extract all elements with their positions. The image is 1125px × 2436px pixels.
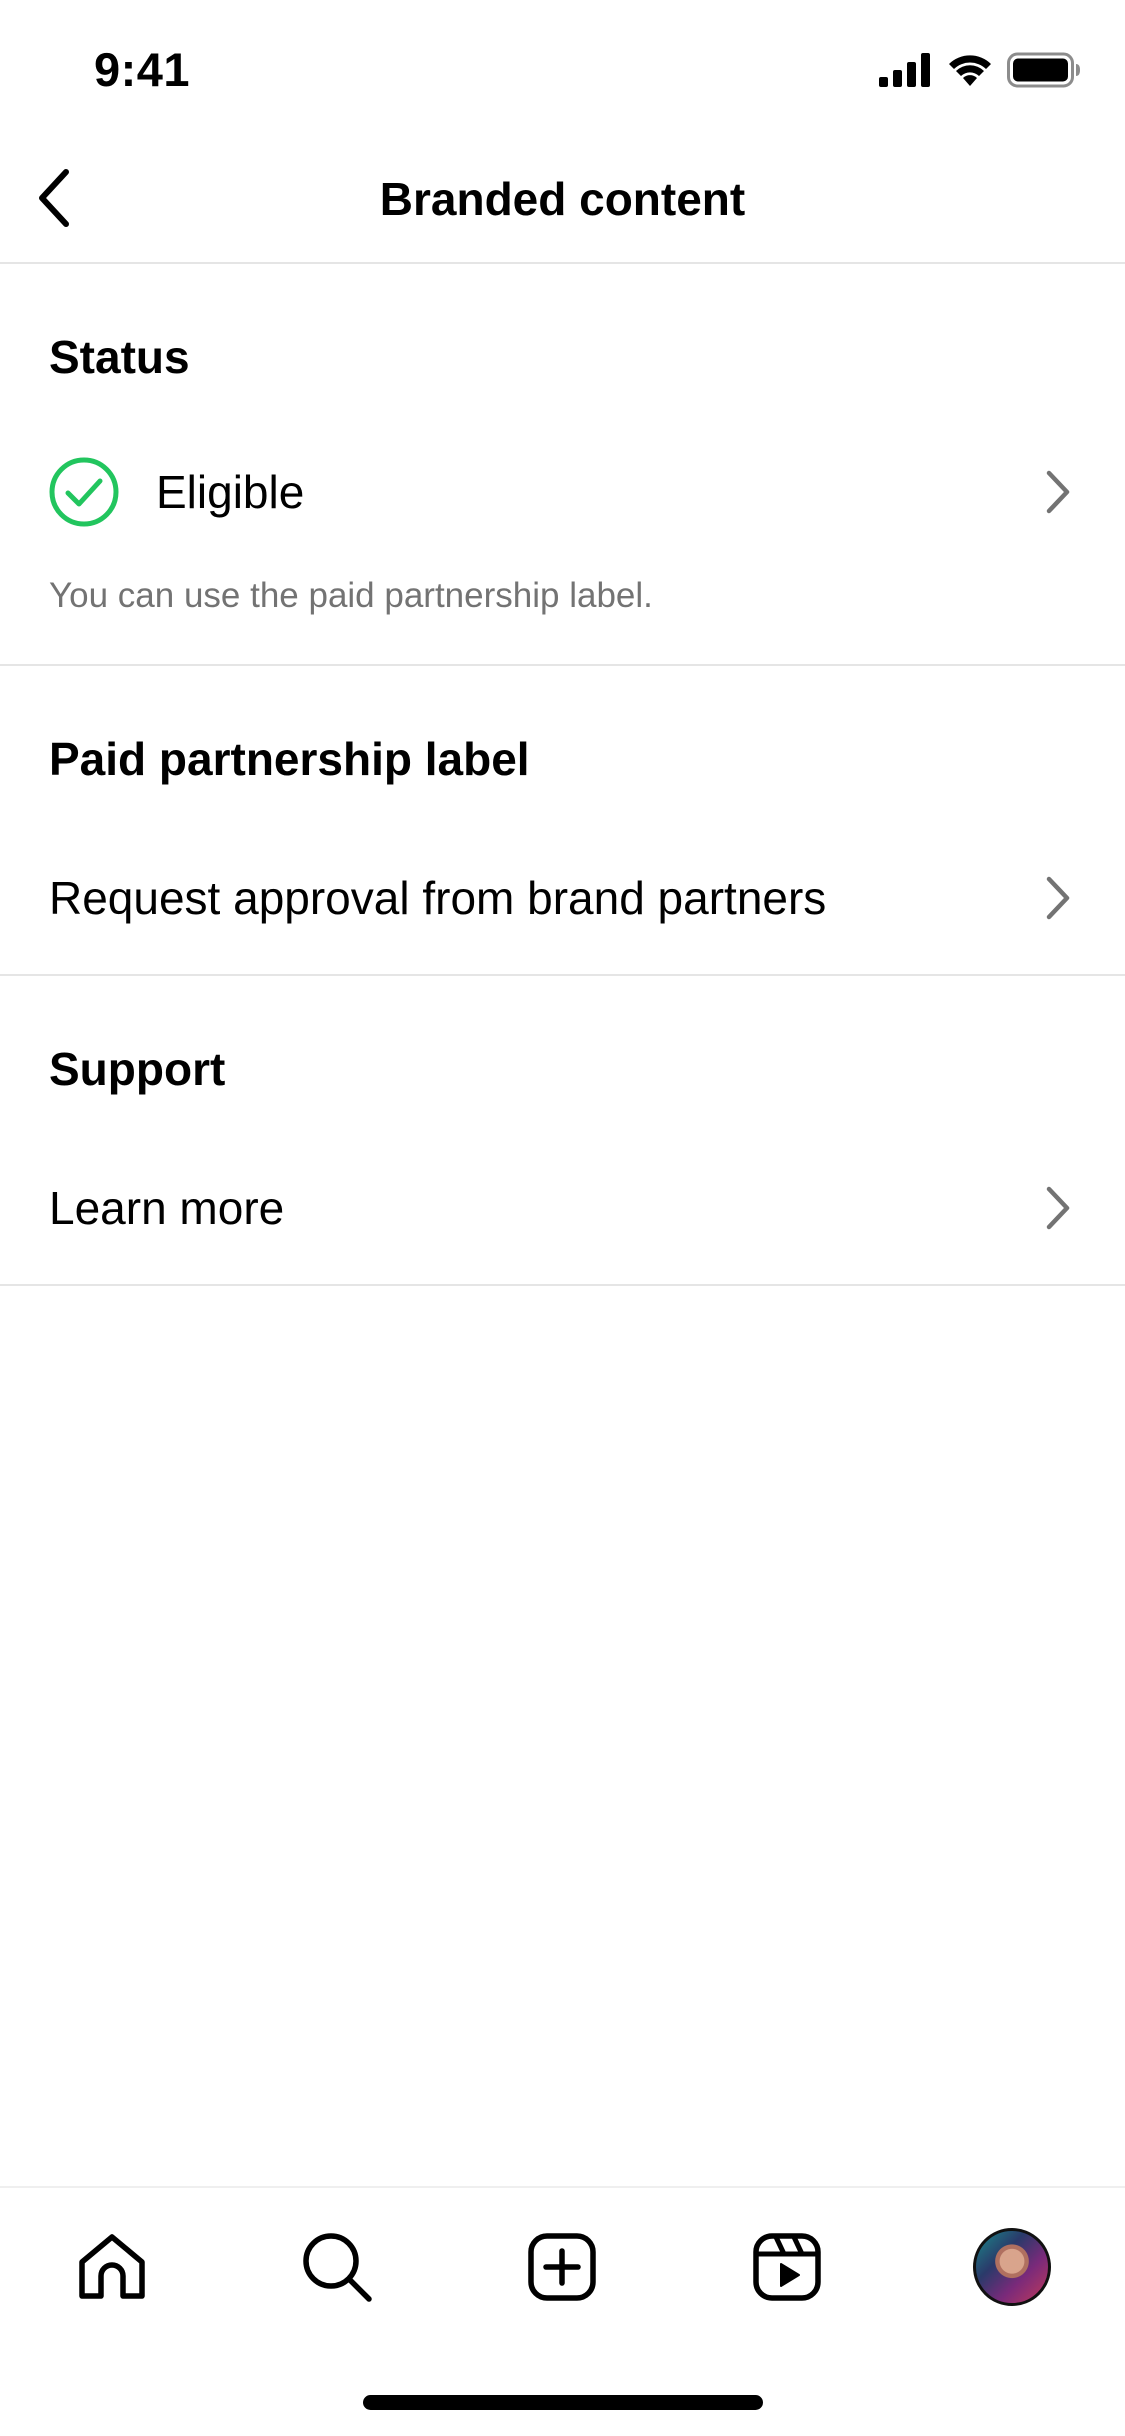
battery-icon bbox=[1007, 52, 1080, 88]
request-approval-label: Request approval from brand partners bbox=[49, 872, 827, 924]
wifi-icon bbox=[949, 55, 991, 86]
status-icons bbox=[879, 50, 1081, 90]
status-section: Status Eligible You can use the paid par… bbox=[0, 264, 1125, 666]
status-description: You can use the paid partnership label. bbox=[49, 576, 653, 615]
tab-create[interactable] bbox=[517, 2222, 607, 2312]
tab-reels[interactable] bbox=[742, 2222, 832, 2312]
home-indicator bbox=[363, 2395, 763, 2410]
reels-icon bbox=[753, 2233, 821, 2301]
paid-partnership-section: Paid partnership label Request approval … bbox=[0, 666, 1125, 976]
eligible-status-row[interactable]: Eligible bbox=[0, 437, 1125, 547]
status-section-header: Status bbox=[49, 331, 190, 383]
home-icon bbox=[79, 2234, 145, 2299]
status-bar: 9:41 bbox=[0, 0, 1125, 132]
learn-more-label: Learn more bbox=[49, 1182, 285, 1234]
create-icon bbox=[528, 2233, 596, 2301]
paid-partnership-section-header: Paid partnership label bbox=[49, 733, 530, 785]
request-approval-row[interactable]: Request approval from brand partners bbox=[0, 843, 1125, 953]
check-circle-icon bbox=[49, 457, 119, 527]
tab-search[interactable] bbox=[292, 2222, 382, 2312]
avatar bbox=[973, 2228, 1051, 2306]
learn-more-row[interactable]: Learn more bbox=[0, 1153, 1125, 1263]
eligible-status-label: Eligible bbox=[156, 466, 305, 518]
chevron-right-icon bbox=[1046, 470, 1070, 514]
status-time: 9:41 bbox=[94, 43, 191, 96]
cellular-signal-icon bbox=[879, 53, 930, 87]
support-section-header: Support bbox=[49, 1043, 226, 1095]
search-icon bbox=[303, 2233, 372, 2302]
page-title: Branded content bbox=[379, 173, 746, 225]
tab-profile[interactable] bbox=[967, 2222, 1057, 2312]
chevron-right-icon bbox=[1046, 876, 1070, 920]
support-section: Support Learn more bbox=[0, 976, 1125, 1286]
navigation-header: Branded content bbox=[0, 132, 1125, 264]
tab-home[interactable] bbox=[67, 2222, 157, 2312]
chevron-right-icon bbox=[1046, 1186, 1070, 1230]
